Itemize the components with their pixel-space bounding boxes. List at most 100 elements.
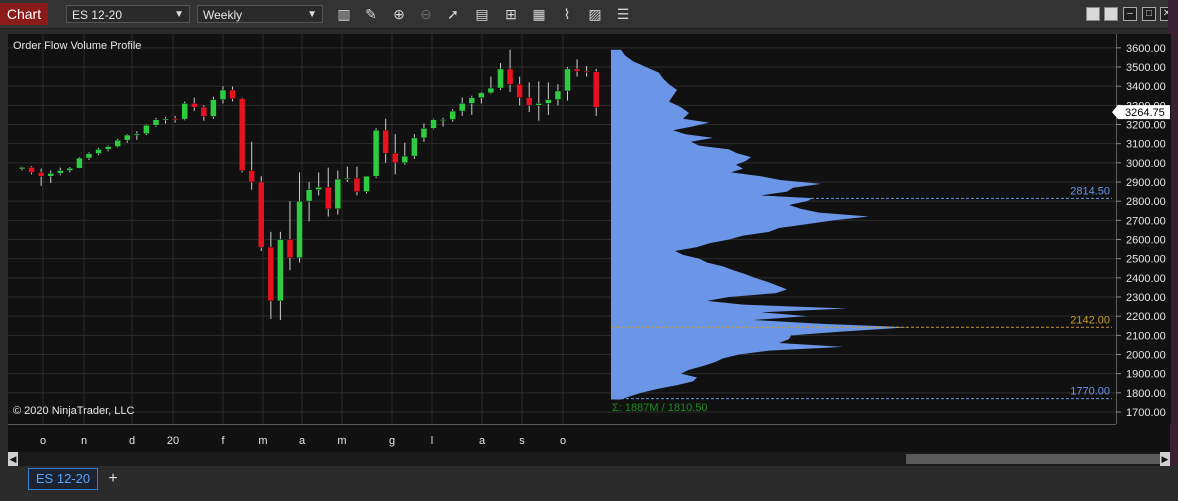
candle-body (200, 106, 208, 117)
candle-body (420, 128, 428, 139)
candle-body (248, 170, 255, 183)
candle-body (143, 125, 150, 134)
scroll-left-icon[interactable]: ◀ (8, 452, 18, 466)
scrollbar-thumb[interactable] (906, 454, 1160, 464)
candle-body (363, 175, 370, 192)
y-tick-label: 2400.00 (1126, 273, 1166, 285)
x-tick-label: m (337, 435, 346, 447)
x-tick-label: 20 (167, 435, 179, 447)
copyright-label: © 2020 NinjaTrader, LLC (13, 405, 134, 417)
candle-body (191, 103, 198, 108)
volume-profile (611, 49, 909, 400)
candle-body (229, 89, 236, 99)
candle-body (506, 68, 514, 85)
candle-body (353, 177, 361, 192)
candle-body (104, 146, 112, 150)
poc-label: 2142.00 (1070, 314, 1110, 326)
candle-body (573, 68, 581, 72)
candle-body (564, 68, 571, 92)
candle-body (152, 119, 160, 126)
candle-body (267, 246, 275, 302)
x-tick-label: l (431, 435, 433, 447)
candle-body (66, 167, 74, 171)
candle-body (162, 118, 169, 121)
candle-body (468, 97, 476, 104)
x-tick-label: g (389, 435, 395, 447)
candle-body (37, 172, 45, 177)
candle-body (124, 134, 131, 141)
value-area-high-label: 2814.50 (1070, 185, 1110, 197)
candle-body (554, 90, 562, 100)
candle-body (401, 155, 409, 164)
candle-body (439, 119, 447, 121)
y-tick-label: 2500.00 (1126, 254, 1166, 266)
x-tick-label: f (221, 435, 225, 447)
candle-body (85, 153, 93, 159)
y-tick-label: 1800.00 (1126, 388, 1166, 400)
profile-summary: Σ: 1887M / 1810.50 (612, 402, 707, 414)
y-tick-label: 2100.00 (1126, 330, 1166, 342)
candle-body (47, 173, 54, 177)
y-tick-label: 2900.00 (1126, 177, 1166, 189)
candle-body (535, 103, 543, 106)
y-tick-label: 3000.00 (1126, 158, 1166, 170)
y-tick-label: 2300.00 (1126, 292, 1166, 304)
y-tick-label: 2600.00 (1126, 234, 1166, 246)
candle-body (487, 87, 495, 94)
candle-body (583, 70, 590, 73)
candle-body (76, 157, 83, 169)
tab-es-12-20[interactable]: ES 12-20 (28, 468, 98, 490)
y-tick-label: 1900.00 (1126, 369, 1166, 381)
x-tick-label: d (129, 435, 135, 447)
add-tab-button[interactable]: + (104, 468, 122, 490)
candle-body (18, 167, 26, 170)
candle-body (382, 129, 389, 154)
candle-body (114, 139, 121, 147)
candle-body (133, 133, 141, 136)
candle-body (449, 110, 456, 120)
candle-body (411, 137, 418, 157)
candle-body (391, 152, 399, 164)
candle-body (171, 118, 179, 121)
candle-body (305, 189, 313, 202)
current-price-marker: 3264.75 (1112, 105, 1170, 120)
candle-body (315, 186, 322, 190)
candle-body (525, 97, 533, 106)
x-tick-label: m (258, 435, 267, 447)
candle-body (458, 103, 466, 112)
candle-body (219, 89, 227, 100)
candle-body (95, 149, 102, 154)
y-tick-label: 3400.00 (1126, 81, 1166, 93)
candle-body (277, 239, 284, 302)
current-price-label: 3264.75 (1125, 107, 1165, 119)
indicator-label: Order Flow Volume Profile (13, 40, 141, 52)
y-tick-label: 3600.00 (1126, 43, 1166, 55)
y-tick-label: 2700.00 (1126, 215, 1166, 227)
candle-body (286, 239, 294, 258)
scroll-right-icon[interactable]: ▶ (1160, 452, 1170, 466)
y-tick-label: 2000.00 (1126, 349, 1166, 361)
y-tick-label: 2800.00 (1126, 196, 1166, 208)
candle-body (57, 170, 64, 174)
price-chart[interactable]: 2814.50 2142.00 1770.00 3600.00 3500.00 3400… (0, 0, 1178, 466)
candle-body (545, 99, 552, 104)
candle-body (478, 92, 485, 98)
x-tick-label: o (560, 435, 566, 447)
candle-body (181, 103, 188, 120)
y-tick-label: 2200.00 (1126, 311, 1166, 323)
candle-body (430, 119, 437, 129)
candle-body (210, 99, 217, 117)
y-tick-label: 3100.00 (1126, 139, 1166, 151)
x-tick-label: s (519, 435, 525, 447)
x-tick-label: o (40, 435, 46, 447)
x-tick-label: n (81, 435, 87, 447)
candle-body (296, 200, 303, 258)
y-tick-label: 1700.00 (1126, 407, 1166, 419)
y-tick-label: 3500.00 (1126, 62, 1166, 74)
x-tick-label: a (299, 435, 306, 447)
horizontal-scrollbar[interactable]: ◀ ▶ (8, 452, 1170, 466)
candle-body (28, 167, 35, 173)
candle-body (516, 83, 523, 98)
candle-body (372, 129, 380, 177)
candle-body (592, 71, 600, 108)
